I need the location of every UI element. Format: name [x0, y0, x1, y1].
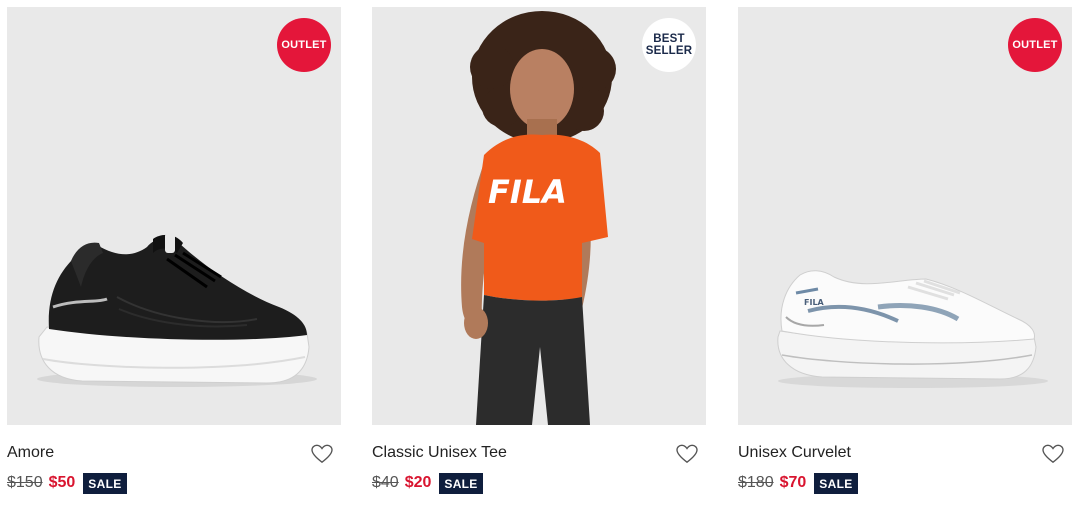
heart-outline-icon[interactable]: [1042, 444, 1064, 464]
original-price: $40: [372, 474, 399, 491]
price-row: $150 $50 SALE: [7, 472, 127, 494]
sale-price: $50: [48, 474, 76, 491]
sale-price: $70: [779, 474, 807, 491]
price-row: $40 $20 SALE: [372, 472, 483, 494]
product-title[interactable]: Classic Unisex Tee: [372, 444, 507, 462]
heart-outline-icon[interactable]: [311, 444, 333, 464]
product-title[interactable]: Amore: [7, 444, 54, 462]
product-card[interactable]: FILA BEST SELLER Classic Unisex Tee $40 $…: [372, 7, 706, 512]
svg-text:FILA: FILA: [804, 298, 825, 307]
model-orange-tee-image: FILA: [461, 11, 616, 425]
black-sneaker-image: [37, 233, 317, 387]
sale-tag: SALE: [83, 472, 127, 494]
svg-text:FILA: FILA: [488, 173, 567, 211]
product-title[interactable]: Unisex Curvelet: [738, 444, 851, 462]
price-row: $180 $70 SALE: [738, 472, 858, 494]
original-price: $180: [738, 474, 774, 491]
product-image[interactable]: FILA BEST SELLER: [372, 7, 706, 425]
product-grid: OUTLET Amore $150 $50 SALE FILA BEST SEL…: [0, 0, 1080, 522]
white-sneaker-image: FILA: [777, 270, 1048, 388]
product-image[interactable]: FILA OUTLET: [738, 7, 1072, 425]
outlet-badge: OUTLET: [277, 18, 331, 72]
best-seller-badge: BEST SELLER: [642, 18, 696, 72]
heart-outline-icon[interactable]: [676, 444, 698, 464]
sale-price: $20: [404, 474, 432, 491]
sale-tag: SALE: [814, 472, 858, 494]
sale-tag: SALE: [439, 472, 483, 494]
product-card[interactable]: FILA OUTLET Unisex Curvelet $180 $70 SAL…: [738, 7, 1072, 512]
product-card[interactable]: OUTLET Amore $150 $50 SALE: [7, 7, 341, 512]
product-image[interactable]: OUTLET: [7, 7, 341, 425]
outlet-badge: OUTLET: [1008, 18, 1062, 72]
original-price: $150: [7, 474, 43, 491]
